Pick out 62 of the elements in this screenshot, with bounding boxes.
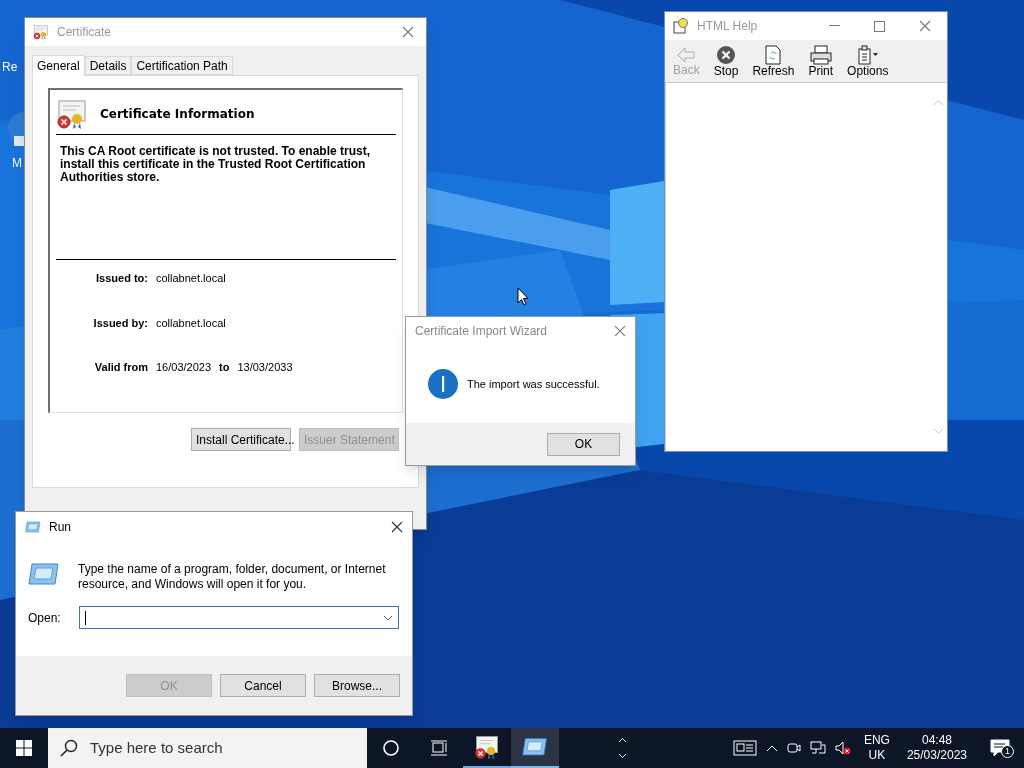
minimize-icon[interactable]: [829, 25, 840, 27]
run-icon: [25, 521, 41, 533]
info-icon: [428, 369, 458, 399]
toolbar-button[interactable]: Stop: [709, 44, 743, 78]
toolbar-button[interactable]: Refresh: [748, 44, 799, 78]
trust-message: This CA Root certificate is not trusted. To enable trust, install this certificate in the Trusted Root Certification Authorities store.: [56, 135, 396, 260]
window-title: Run: [49, 519, 71, 536]
section-heading: Certificate Information: [100, 106, 255, 123]
muted-speaker-icon[interactable]: [834, 741, 851, 755]
window-title: Certificate: [57, 24, 112, 41]
open-field[interactable]: [79, 606, 399, 629]
search-icon: [60, 739, 78, 757]
back-arrow-icon: [676, 45, 697, 64]
field-label: Issued to:: [95, 271, 148, 286]
search-field[interactable]: Type here to search: [48, 728, 367, 768]
desktop-icon-label[interactable]: M: [6, 154, 22, 172]
refresh-icon: [764, 44, 783, 65]
certificate-icon: [33, 24, 49, 40]
notification-badge: 1: [1001, 745, 1014, 758]
field-label: to: [219, 360, 230, 375]
run-icon: [28, 562, 60, 586]
close-icon[interactable]: [391, 521, 403, 533]
open-label: Open:: [28, 609, 62, 627]
certificate-icon: [56, 98, 88, 130]
ok-button[interactable]: OK: [547, 432, 620, 456]
windows-start-icon[interactable]: [16, 740, 32, 756]
language-indicator[interactable]: ENG UK: [859, 733, 894, 763]
field-value: 16/03/2023: [156, 360, 212, 375]
dialog-button[interactable]: Cancel: [220, 674, 306, 697]
clock[interactable]: 04:48 25/03/2023: [902, 733, 971, 763]
task-view-icon[interactable]: [430, 740, 448, 756]
field-value: collabnet.local: [156, 315, 226, 331]
network-icon[interactable]: [809, 741, 826, 755]
news-icon[interactable]: [732, 740, 757, 756]
printer-icon: [809, 44, 832, 65]
desktop-icon-label[interactable]: Re: [2, 58, 18, 76]
window-title: HTML Help: [697, 18, 758, 35]
field-value: 13/03/2033: [237, 360, 293, 375]
certificate-icon: [474, 734, 500, 760]
run-icon: [522, 737, 548, 757]
mouse-cursor-icon: [517, 287, 529, 306]
options-icon: [856, 44, 879, 65]
dialog-button[interactable]: Browse...: [314, 674, 400, 697]
help-icon: [673, 18, 689, 34]
cortana-icon[interactable]: [383, 740, 399, 756]
chevron-up-icon[interactable]: [765, 744, 778, 752]
toolbar-button[interactable]: Options: [843, 44, 893, 78]
maximize-icon[interactable]: [874, 20, 885, 32]
dropdown-chevron-icon[interactable]: [383, 614, 393, 621]
taskbar-app-button[interactable]: [511, 728, 559, 768]
field-label: Valid from: [93, 360, 148, 375]
tab[interactable]: Certification Path: [131, 56, 233, 75]
field-label: Issued by:: [92, 315, 148, 331]
instructions-text: Type the name of a program, folder, document, or Internet resource, and Windows will open it for you.: [78, 562, 387, 592]
camera-icon[interactable]: [786, 741, 801, 755]
stop-icon: [716, 44, 737, 65]
toolbar-button[interactable]: Print: [804, 44, 838, 78]
tab[interactable]: Details: [84, 56, 132, 75]
field-value: collabnet.local: [156, 271, 226, 286]
tab[interactable]: General: [32, 55, 85, 76]
window-title: Certificate Import Wizard: [415, 323, 548, 340]
message-text: The import was successful.: [467, 376, 600, 392]
